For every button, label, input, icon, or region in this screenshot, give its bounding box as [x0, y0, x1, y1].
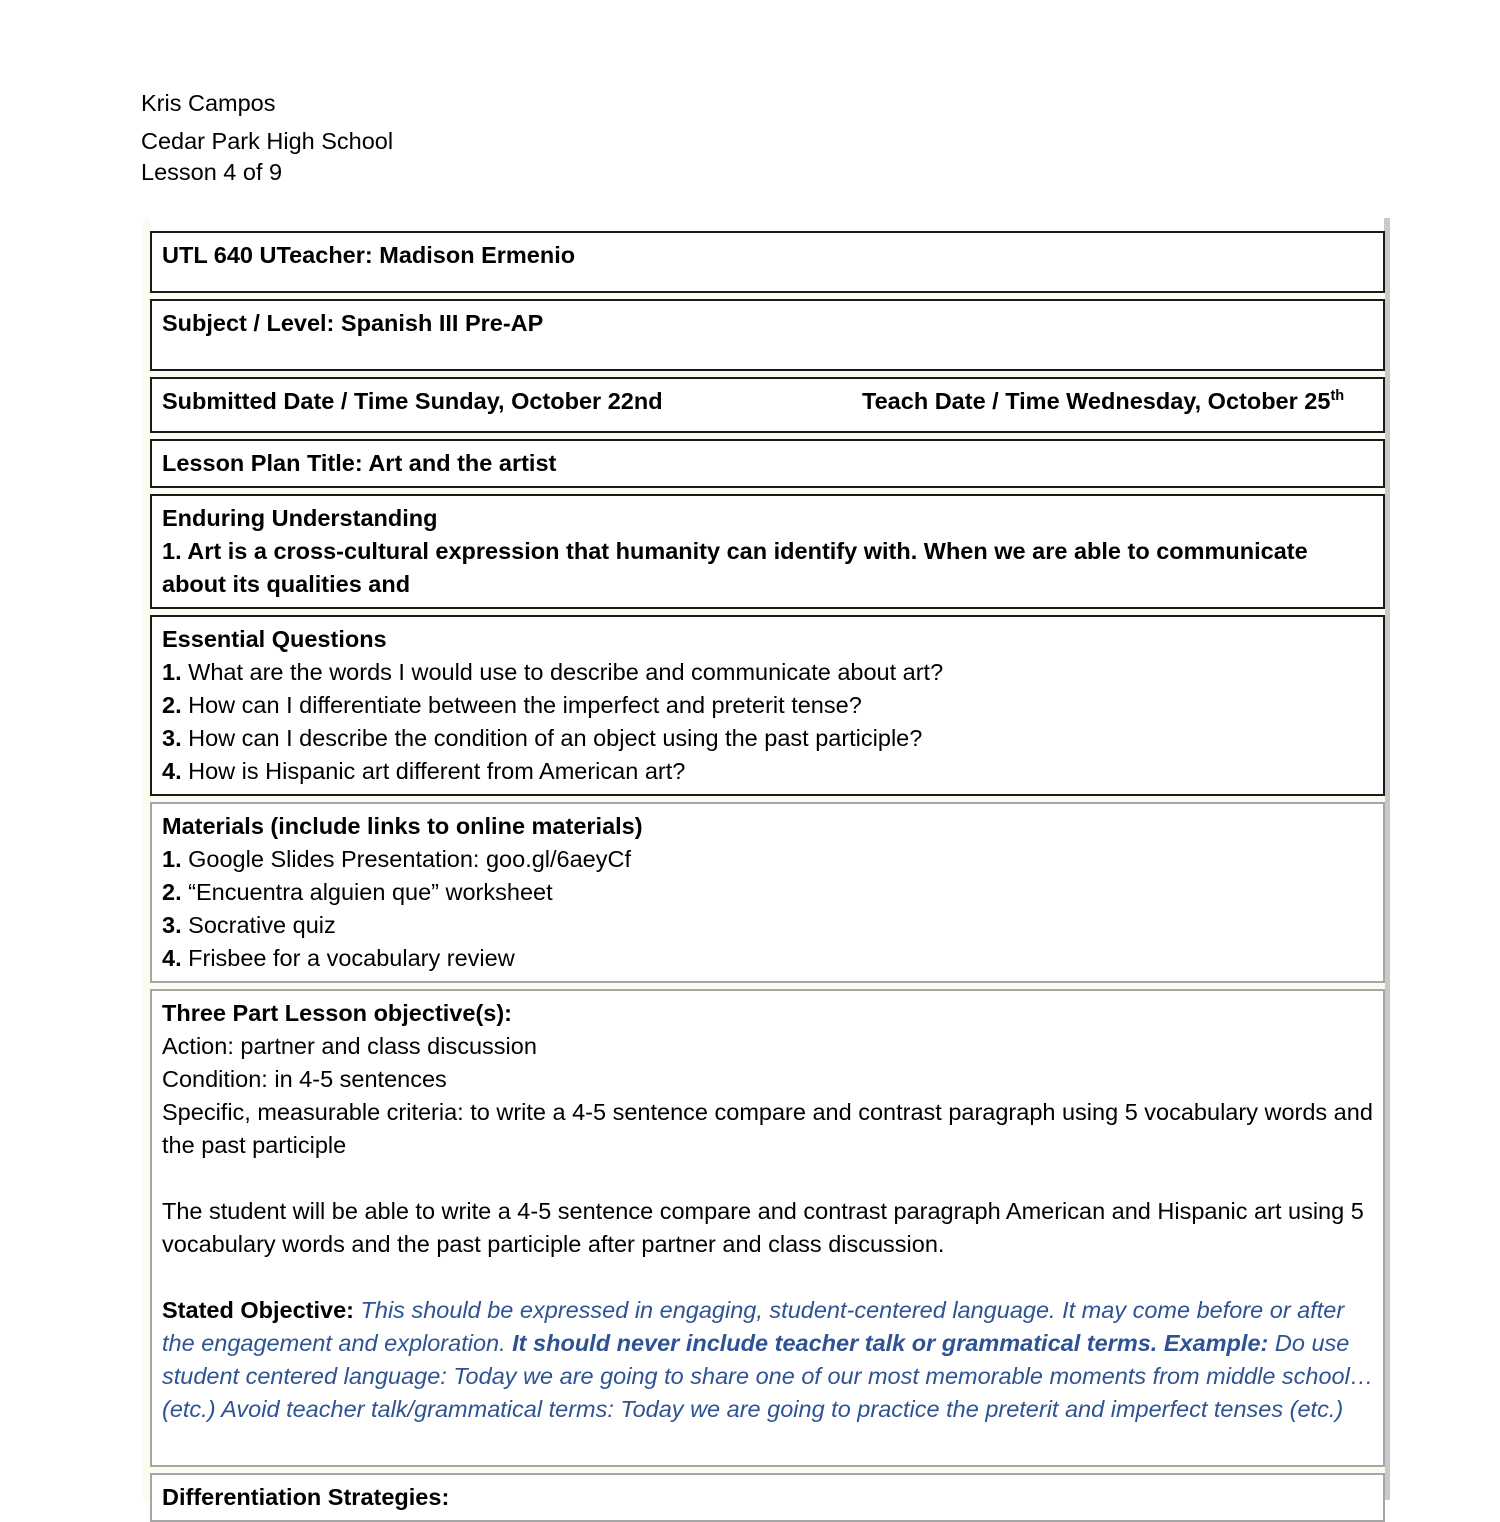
- left-margin-stripe: [143, 218, 150, 1500]
- author-name: Kris Campos: [141, 90, 276, 116]
- lesson-plan-title-text: Lesson Plan Title: Art and the artist: [162, 450, 557, 476]
- cell-differentiation: Differentiation Strategies:: [150, 1473, 1385, 1522]
- list-item: 4. How is Hispanic art different from Am…: [162, 755, 1374, 788]
- document-page: Kris Campos Cedar Park High School Lesso…: [0, 0, 1500, 1522]
- list-text: “Encuentra alguien que” worksheet: [181, 879, 553, 905]
- list-number: 4.: [162, 758, 182, 784]
- objective-condition: Condition: in 4-5 sentences: [162, 1066, 447, 1092]
- list-text: What are the words I would use to descri…: [181, 659, 944, 685]
- list-item: 4. Frisbee for a vocabulary review: [162, 942, 1374, 975]
- stated-objective-label: Stated Objective:: [162, 1297, 354, 1323]
- list-item: 2. “Encuentra alguien que” worksheet: [162, 876, 1374, 909]
- cell-course-teacher: UTL 640 UTeacher: Madison Ermenio: [150, 231, 1385, 293]
- cell-dates: Submitted Date / Time Sunday, October 22…: [150, 377, 1385, 433]
- document-header: Kris Campos Cedar Park High School Lesso…: [141, 90, 841, 185]
- objective-criteria: Specific, measurable criteria: to write …: [162, 1099, 1373, 1158]
- stated-objective-text-emphasis: It should never include teacher talk or …: [512, 1330, 1269, 1356]
- dates-line: Submitted Date / Time Sunday, October 22…: [162, 385, 1374, 418]
- list-text: Art is a cross-cultural expression that …: [162, 538, 1308, 597]
- list-item: 3. Socrative quiz: [162, 909, 1374, 942]
- list-text: Socrative quiz: [181, 912, 336, 938]
- cell-essential-questions: Essential Questions 1. What are the word…: [150, 615, 1385, 796]
- objective-swbat-paragraph: The student will be able to write a 4-5 …: [162, 1198, 1364, 1257]
- table-row-enduring-understanding: Enduring Understanding 1. Art is a cross…: [150, 494, 1385, 609]
- list-text: Frisbee for a vocabulary review: [181, 945, 515, 971]
- list-number: 2.: [162, 879, 182, 905]
- list-number: 4.: [162, 945, 182, 971]
- table-row-course-teacher: UTL 640 UTeacher: Madison Ermenio: [150, 231, 1385, 293]
- list-text: How can I describe the condition of an o…: [181, 725, 923, 751]
- subject-level-text: Subject / Level: Spanish III Pre-AP: [162, 310, 544, 336]
- stated-objective-paragraph: Stated Objective: This should be express…: [162, 1294, 1374, 1426]
- list-number: 2.: [162, 692, 182, 718]
- table-row-dates: Submitted Date / Time Sunday, October 22…: [150, 377, 1385, 433]
- table-row-differentiation: Differentiation Strategies:: [150, 1473, 1385, 1522]
- list-item: 1. Google Slides Presentation: goo.gl/6a…: [162, 843, 1374, 876]
- list-number: 1.: [162, 846, 182, 872]
- cell-subject-level: Subject / Level: Spanish III Pre-AP: [150, 299, 1385, 371]
- cell-enduring-understanding: Enduring Understanding 1. Art is a cross…: [150, 494, 1385, 609]
- list-text: How is Hispanic art different from Ameri…: [181, 758, 686, 784]
- differentiation-heading: Differentiation Strategies:: [162, 1484, 450, 1510]
- table-row-subject-level: Subject / Level: Spanish III Pre-AP: [150, 299, 1385, 371]
- list-number: 3.: [162, 912, 182, 938]
- teach-date-ordinal-suffix: th: [1330, 388, 1345, 405]
- cell-materials: Materials (include links to online mater…: [150, 802, 1385, 983]
- list-number: 1.: [162, 538, 182, 564]
- table-row-lesson-title: Lesson Plan Title: Art and the artist: [150, 439, 1385, 488]
- list-item: 2. How can I differentiate between the i…: [162, 689, 1374, 722]
- teach-date-group: Teach Date / Time Wednesday, October 25t…: [862, 385, 1344, 418]
- enduring-understanding-item: 1. Art is a cross-cultural expression th…: [162, 535, 1374, 601]
- submitted-date-text: Submitted Date / Time Sunday, October 22…: [162, 388, 663, 414]
- three-part-objective-heading: Three Part Lesson objective(s):: [162, 1000, 512, 1026]
- list-number: 3.: [162, 725, 182, 751]
- list-item: 1. What are the words I would use to des…: [162, 656, 1374, 689]
- lesson-counter: Lesson 4 of 9: [141, 159, 283, 185]
- course-teacher-text: UTL 640 UTeacher: Madison Ermenio: [162, 242, 576, 268]
- teach-date-text: Teach Date / Time Wednesday, October 25: [862, 388, 1331, 414]
- lesson-plan-table: UTL 640 UTeacher: Madison Ermenio Subjec…: [150, 231, 1385, 1522]
- objective-action: Action: partner and class discussion: [162, 1033, 537, 1059]
- list-item: 3. How can I describe the condition of a…: [162, 722, 1374, 755]
- cell-lesson-title: Lesson Plan Title: Art and the artist: [150, 439, 1385, 488]
- school-name: Cedar Park High School: [141, 127, 394, 154]
- materials-heading: Materials (include links to online mater…: [162, 813, 643, 839]
- cell-three-part-objective: Three Part Lesson objective(s): Action: …: [150, 989, 1385, 1467]
- list-text: How can I differentiate between the impe…: [181, 692, 862, 718]
- list-number: 1.: [162, 659, 182, 685]
- table-row-materials: Materials (include links to online mater…: [150, 802, 1385, 983]
- table-row-three-part-objective: Three Part Lesson objective(s): Action: …: [150, 989, 1385, 1467]
- list-text: Google Slides Presentation: goo.gl/6aeyC…: [181, 846, 632, 872]
- enduring-understanding-heading: Enduring Understanding: [162, 505, 438, 531]
- essential-questions-heading: Essential Questions: [162, 626, 387, 652]
- table-row-essential-questions: Essential Questions 1. What are the word…: [150, 615, 1385, 796]
